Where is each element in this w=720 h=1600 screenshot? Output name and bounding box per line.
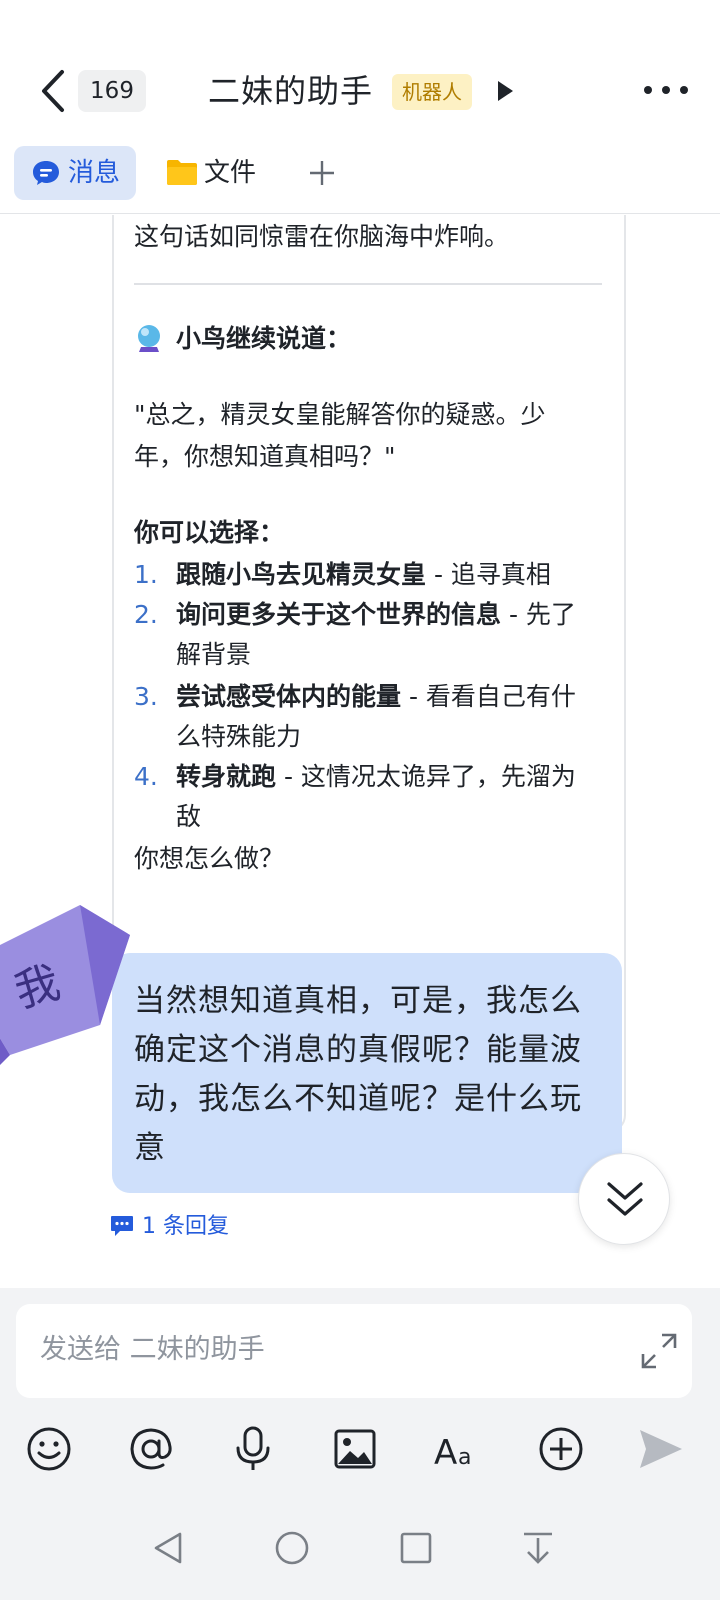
choose-title: 你可以选择：: [134, 518, 285, 547]
option-number: 2.: [134, 600, 158, 629]
more-icon[interactable]: [642, 82, 690, 98]
svg-text:a: a: [458, 1445, 471, 1470]
expand-icon[interactable]: [640, 1332, 678, 1370]
tab-messages-label: 消息: [68, 158, 121, 188]
option-item: 跟随小鸟去见精灵女皇 - 追寻真相: [176, 555, 596, 595]
nav-home-icon[interactable]: [272, 1528, 312, 1568]
message-bubble-icon: [33, 161, 59, 185]
reply-count: 1 条回复: [142, 1214, 229, 1239]
option-number: 3.: [134, 682, 158, 711]
tab-files[interactable]: 文件: [166, 146, 276, 200]
option-number: 1.: [134, 560, 158, 589]
system-navigation-bar: [0, 1514, 720, 1600]
mention-icon[interactable]: [126, 1424, 176, 1474]
option-number: 4.: [134, 762, 158, 791]
option-item: 询问更多关于这个世界的信息 - 先了解背景: [176, 595, 596, 675]
nav-recents-icon[interactable]: [396, 1528, 436, 1568]
crystal-ball-icon: [138, 325, 160, 352]
option-rest: - 追寻真相: [426, 560, 551, 589]
option-bold: 转身就跑: [176, 762, 277, 791]
message-input[interactable]: 发送给 二妹的助手: [16, 1304, 692, 1398]
folder-icon: [167, 160, 197, 185]
unread-count-badge[interactable]: 169: [78, 70, 146, 112]
message-list[interactable]: 这句话如同惊雷在你脑海中炸响。 小鸟继续说道： "总之，精灵女皇能解答你的疑惑。…: [0, 215, 720, 1287]
speaker-line: 小鸟继续说道：: [176, 324, 352, 353]
quote-line: 年，你想知道真相吗？": [134, 442, 396, 471]
double-chevron-down-icon: [607, 1182, 643, 1216]
svg-text:A: A: [434, 1433, 457, 1473]
add-tab-button[interactable]: [306, 146, 340, 200]
option-item: 转身就跑 - 这情况太诡异了，先溜为敌: [176, 757, 596, 837]
plus-icon: [310, 161, 334, 185]
reply-bubble-icon: [111, 1216, 133, 1236]
bot-text-line: 这句话如同惊雷在你脑海中炸响。: [134, 222, 510, 251]
microphone-icon[interactable]: [228, 1424, 278, 1474]
chat-header: 169 二妹的助手 机器人 消息 文件: [0, 0, 720, 214]
text-format-icon[interactable]: A a: [432, 1424, 482, 1474]
emoji-icon[interactable]: [24, 1424, 74, 1474]
tab-messages[interactable]: 消息: [14, 146, 136, 200]
send-icon[interactable]: [636, 1424, 686, 1474]
add-icon[interactable]: [536, 1424, 586, 1474]
input-placeholder: 发送给 二妹的助手: [40, 1334, 265, 1365]
card-divider: [134, 283, 602, 285]
my-message-text: 当然想知道真相，可是，我怎么确定这个消息的真假呢？能量波动，我怎么不知道呢？是什…: [134, 983, 582, 1166]
chat-title[interactable]: 二妹的助手: [208, 68, 373, 114]
scroll-to-bottom-button[interactable]: [578, 1153, 670, 1245]
nav-back-icon[interactable]: [148, 1528, 188, 1568]
option-bold: 跟随小鸟去见精灵女皇: [176, 560, 427, 589]
quote-line: "总之，精灵女皇能解答你的疑惑。少: [134, 400, 546, 429]
image-icon[interactable]: [330, 1424, 380, 1474]
composer: 发送给 二妹的助手 A a: [0, 1288, 720, 1514]
option-bold: 尝试感受体内的能量: [176, 682, 402, 711]
tab-files-label: 文件: [204, 158, 257, 188]
robot-tag: 机器人: [392, 74, 472, 110]
nav-collapse-icon[interactable]: [518, 1528, 558, 1568]
closing-line: 你想怎么做？: [134, 844, 285, 873]
option-bold: 询问更多关于这个世界的信息: [176, 600, 502, 629]
play-triangle-icon[interactable]: [496, 80, 514, 102]
back-arrow-icon[interactable]: [34, 66, 74, 116]
option-item: 尝试感受体内的能量 - 看看自己有什么特殊能力: [176, 677, 596, 757]
